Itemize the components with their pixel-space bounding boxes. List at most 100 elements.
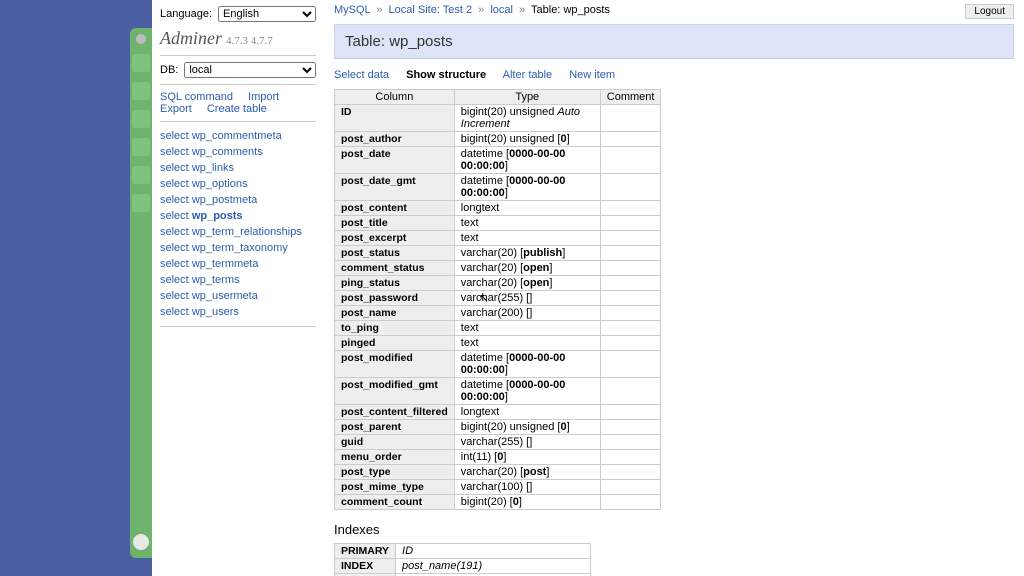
db-label: DB: [160,64,178,76]
select-link[interactable]: select [160,130,189,142]
column-name: post_excerpt [335,231,455,246]
table-link[interactable]: wp_termmeta [192,258,259,270]
table-row: post_datedatetime [0000-00-00 00:00:00] [335,147,661,174]
breadcrumb: Logout MySQL » Local Site: Test 2 » loca… [324,0,1024,20]
export-link[interactable]: Export [160,103,192,115]
divider [160,121,316,122]
table-link[interactable]: wp_posts [192,210,243,222]
index-kind: PRIMARY [335,544,396,559]
table-link[interactable]: wp_comments [192,146,263,158]
column-type: longtext [454,201,600,216]
column-comment [600,306,661,321]
column-comment [600,321,661,336]
column-type: int(11) [0] [454,450,600,465]
tab-select-data[interactable]: Select data [334,69,389,81]
column-name: post_modified [335,351,455,378]
column-comment [600,276,661,291]
table-row: post_modifieddatetime [0000-00-00 00:00:… [335,351,661,378]
divider [160,84,316,85]
column-type: text [454,336,600,351]
db-select[interactable]: local [184,62,316,78]
column-comment [600,336,661,351]
table-row: post_content_filteredlongtext [335,405,661,420]
column-type: bigint(20) [0] [454,495,600,510]
col-header-comment: Comment [600,90,661,105]
column-name: post_type [335,465,455,480]
index-cols: ID [396,544,591,559]
language-select[interactable]: English [218,6,316,22]
column-comment [600,174,661,201]
indexes-heading: Indexes [334,522,1014,537]
table-link[interactable]: wp_users [192,306,239,318]
table-link[interactable]: wp_term_relationships [192,226,302,238]
table-link[interactable]: wp_terms [192,274,240,286]
indexes-table: PRIMARYIDINDEXpost_name(191)INDEXpost_ty… [334,543,591,576]
column-type: varchar(100) [] [454,480,600,495]
select-link[interactable]: select [160,162,189,174]
table-row: post_typevarchar(20) [post] [335,465,661,480]
column-type: datetime [0000-00-00 00:00:00] [454,174,600,201]
column-name: ID [335,105,455,132]
column-name: post_content_filtered [335,405,455,420]
select-link[interactable]: select [160,242,189,254]
table-link[interactable]: wp_postmeta [192,194,257,206]
column-name: post_password [335,291,455,306]
select-link[interactable]: select [160,258,189,270]
sidebar-table-item: select wp_usermeta [160,288,316,304]
column-name: post_author [335,132,455,147]
sidebar-table-item: select wp_posts [160,208,316,224]
column-comment [600,261,661,276]
table-row: to_pingtext [335,321,661,336]
mac-sidebar [130,28,152,558]
column-name: guid [335,435,455,450]
column-name: post_mime_type [335,480,455,495]
column-comment [600,495,661,510]
tab-alter-table[interactable]: Alter table [503,69,553,81]
col-header-column: Column [335,90,455,105]
sidebar-table-item: select wp_commentmeta [160,128,316,144]
column-comment [600,132,661,147]
tab-new-item[interactable]: New item [569,69,615,81]
table-link[interactable]: wp_commentmeta [192,130,282,142]
logout-button[interactable]: Logout [965,4,1014,19]
column-type: varchar(20) [open] [454,261,600,276]
table-row: post_parentbigint(20) unsigned [0] [335,420,661,435]
select-link[interactable]: select [160,274,189,286]
column-type: varchar(20) [publish] [454,246,600,261]
select-link[interactable]: select [160,226,189,238]
select-link[interactable]: select [160,194,189,206]
table-row: ping_statusvarchar(20) [open] [335,276,661,291]
tab-show-structure[interactable]: Show structure [406,69,486,81]
bc-server[interactable]: Local Site: Test 2 [389,4,473,16]
divider [160,326,316,327]
select-link[interactable]: select [160,146,189,158]
index-kind: INDEX [335,559,396,574]
sidebar-table-item: select wp_term_taxonomy [160,240,316,256]
table-row: guidvarchar(255) [] [335,435,661,450]
sql-command-link[interactable]: SQL command [160,91,233,103]
create-table-link[interactable]: Create table [207,103,267,115]
sidebar-table-item: select wp_term_relationships [160,224,316,240]
sidebar-table-item: select wp_links [160,160,316,176]
table-row: post_authorbigint(20) unsigned [0] [335,132,661,147]
select-link[interactable]: select [160,290,189,302]
column-name: post_date [335,147,455,174]
select-link[interactable]: select [160,306,189,318]
column-type: varchar(20) [open] [454,276,600,291]
column-type: varchar(255) [] [454,435,600,450]
select-link[interactable]: select [160,178,189,190]
table-link[interactable]: wp_term_taxonomy [192,242,288,254]
column-comment [600,465,661,480]
adminer-window: Language: English Adminer4.7.3 4.7.7 DB:… [152,0,1024,576]
table-row: post_mime_typevarchar(100) [] [335,480,661,495]
brand-logo: Adminer4.7.3 4.7.7 [160,28,316,49]
table-link[interactable]: wp_links [192,162,234,174]
select-link[interactable]: select [160,210,189,222]
import-link[interactable]: Import [248,91,279,103]
column-name: comment_status [335,261,455,276]
table-link[interactable]: wp_usermeta [192,290,258,302]
table-link[interactable]: wp_options [192,178,248,190]
table-row: post_statusvarchar(20) [publish] [335,246,661,261]
bc-engine[interactable]: MySQL [334,4,370,16]
bc-db[interactable]: local [490,4,513,16]
